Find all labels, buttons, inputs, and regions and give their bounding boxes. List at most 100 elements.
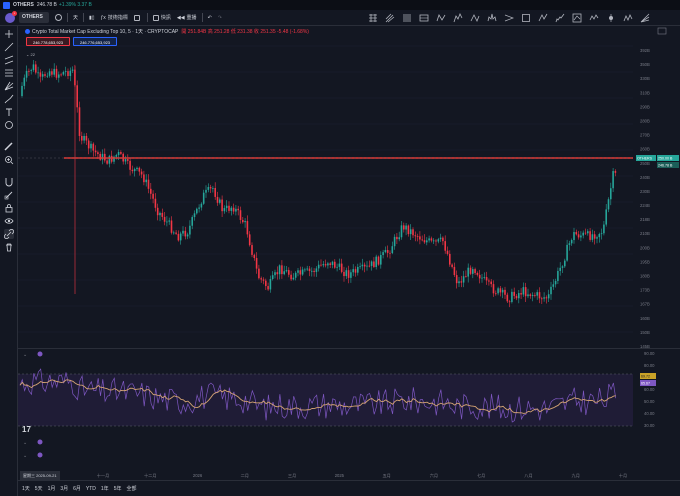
candle-body (607, 199, 610, 210)
hide-drawings-tool[interactable] (4, 216, 14, 226)
add-symbol-button[interactable] (52, 12, 65, 23)
fan-tool[interactable] (640, 13, 650, 23)
candle-body (48, 71, 51, 76)
volume-toggle[interactable]: ⌄ 22 (26, 52, 35, 57)
tradingview-watermark: 17 (22, 425, 31, 434)
candle-body (458, 281, 460, 284)
candle-body (324, 264, 327, 266)
candle-body (478, 274, 481, 279)
head-shoulders-tool[interactable] (487, 13, 497, 23)
chart-type-button[interactable]: ▮▯ (86, 12, 98, 23)
sell-button[interactable]: 246.778,653,923 (26, 37, 70, 46)
candle-body (380, 255, 382, 265)
candle-body (308, 268, 311, 272)
candle-body (58, 74, 60, 78)
candle-body (603, 224, 605, 234)
candle-body (21, 85, 23, 96)
measure-tool[interactable] (4, 142, 14, 152)
oscillator-canvas[interactable]: ⌄90.0080.0070.0060.0050.0040.0030.0069.7… (18, 349, 680, 459)
candle-body (191, 217, 193, 226)
alert-button[interactable]: 快訊 (150, 12, 174, 23)
range-button-3[interactable]: 3月 (60, 485, 68, 492)
replay-button[interactable]: ◀◀ 重播 (174, 12, 200, 23)
candle-body (198, 207, 200, 209)
replay-label: 重播 (186, 15, 197, 21)
range-button-2[interactable]: 1月 (48, 485, 56, 492)
candle-body (566, 244, 568, 261)
zigzag-tool[interactable] (623, 13, 633, 23)
elliott-tool[interactable] (453, 13, 463, 23)
candle-body (575, 232, 578, 235)
fib-tool[interactable] (402, 13, 412, 23)
candle-body (212, 188, 214, 189)
candle-body (331, 261, 334, 266)
replay-icon: ◀◀ (176, 14, 185, 21)
horizontal-lines-tool[interactable] (368, 13, 378, 23)
cycle-tool[interactable] (470, 13, 480, 23)
oscillator-pane[interactable]: ⌄90.0080.0070.0060.0050.0040.0030.0069.7… (18, 348, 680, 459)
gann-tool[interactable] (419, 13, 429, 23)
range-button-1[interactable]: 5天 (35, 485, 43, 492)
symbol-search-button[interactable]: OTHERS (19, 12, 49, 23)
interval-button[interactable]: 天 (70, 12, 81, 23)
undo-button[interactable]: ↶ (205, 12, 215, 23)
lock-drawings-tool[interactable] (4, 203, 14, 213)
dot-tool[interactable] (606, 13, 616, 23)
range-button-6[interactable]: 1年 (101, 485, 109, 492)
candle-body (76, 85, 78, 108)
crosshair-tool[interactable] (4, 29, 14, 39)
range-button-4[interactable]: 6月 (73, 485, 81, 492)
patterns-tool[interactable] (4, 120, 14, 130)
abcd-tool[interactable] (538, 13, 548, 23)
pattern-tool[interactable] (436, 13, 446, 23)
candle-body (228, 205, 230, 211)
gann-fan-tool[interactable] (4, 81, 14, 91)
magnet-tool[interactable] (4, 177, 14, 187)
avatar[interactable]: • (5, 10, 17, 23)
candle-body (495, 293, 497, 295)
channel-tool[interactable] (4, 55, 14, 65)
wave-tool[interactable] (589, 13, 599, 23)
fib-retracement-tool[interactable] (4, 68, 14, 78)
candle-body (23, 77, 26, 86)
range-button-7[interactable]: 5年 (114, 485, 122, 492)
indicator-icon (37, 439, 43, 445)
candle-body (462, 276, 465, 283)
left-drawing-toolbar (0, 26, 18, 496)
indicators-button[interactable]: ƒx 技術指標 (98, 12, 131, 23)
candle-body (596, 237, 598, 239)
three-drives-tool[interactable] (555, 13, 565, 23)
candle-body (600, 233, 603, 235)
link-icon (4, 229, 14, 239)
buy-button[interactable]: 246.776,653,923 (73, 37, 117, 46)
templates-button[interactable] (131, 12, 145, 23)
brush-tool[interactable] (4, 94, 14, 104)
time-axis[interactable]: 十一月 十二月 2026 二月 三月 2025 五月 六月 七月 八月 九月 十月 (18, 470, 680, 480)
candle-body (409, 229, 412, 235)
zigzag-icon (623, 14, 633, 22)
text-tool[interactable] (4, 107, 14, 117)
candle-body (398, 237, 400, 240)
range-button-8[interactable]: 全部 (126, 485, 136, 492)
candle-body (414, 235, 417, 237)
candle-body (184, 230, 187, 237)
pitchfork-tool[interactable] (385, 13, 395, 23)
candle-body (416, 236, 419, 238)
object-tree-tool[interactable] (4, 229, 14, 239)
remove-drawings-tool[interactable] (4, 242, 14, 252)
candle-body (166, 221, 168, 223)
candle-body (350, 272, 352, 278)
candle-body (481, 277, 483, 279)
range-button-0[interactable]: 1天 (22, 485, 30, 492)
main-price-chart[interactable]: 392B 350B 330B 310B 290B 280B 270B 260B 250B 240B… (18, 26, 680, 349)
rectangle-tool[interactable] (521, 13, 531, 23)
redo-button[interactable]: ↷ (215, 12, 225, 23)
range-button-5[interactable]: YTD (86, 486, 96, 492)
triangle-tool[interactable] (504, 13, 515, 23)
trendline-tool[interactable] (4, 42, 14, 52)
zoom-tool[interactable] (4, 155, 14, 165)
forecast-tool[interactable] (572, 13, 582, 23)
price-chart-canvas[interactable]: 392B 350B 330B 310B 290B 280B 270B 260B 250B 240B… (18, 26, 680, 349)
candle-body (430, 238, 433, 241)
stay-drawing-tool[interactable] (4, 190, 14, 200)
